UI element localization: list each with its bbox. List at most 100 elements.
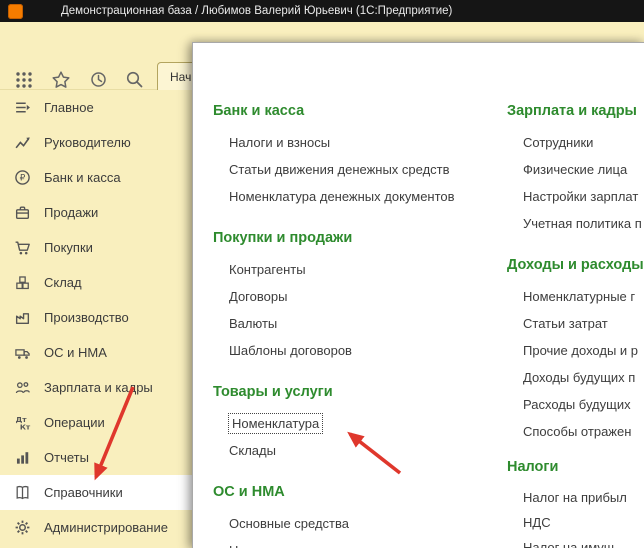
menu-item[interactable]: Налоги и взносы <box>213 129 498 156</box>
sidebar-item-sklad[interactable]: Склад <box>0 265 192 300</box>
menu-item-label: Договоры <box>229 289 288 304</box>
svg-text:Кт: Кт <box>19 422 30 431</box>
menu-item-label: Прочие доходы и р <box>523 343 639 358</box>
menu-item[interactable]: Расходы будущих <box>507 391 644 418</box>
sidebar-item-label: Склад <box>44 275 82 290</box>
sidebar-item-label: Отчеты <box>44 450 89 465</box>
menu-item-label: Настройки зарплат <box>523 189 639 204</box>
menu-section: Товары и услуги Номенклатура Склады <box>213 382 498 464</box>
menu-item[interactable]: Налог на прибыл <box>507 485 644 510</box>
tab-label: Нач <box>170 70 192 84</box>
menu-item-label: Номенклатура денежных документов <box>229 189 455 204</box>
menu-item[interactable]: Статьи движения денежных средств <box>213 156 498 183</box>
menu-column-2: Зарплата и кадры Сотрудники Физические л… <box>507 43 644 548</box>
menu-item-label: Статьи движения денежных средств <box>229 162 450 177</box>
menu-item-label: Налог на прибыл <box>523 490 627 505</box>
sidebar-item-bank-i-kassa[interactable]: ₽ Банк и касса <box>0 160 192 195</box>
sidebar-item-glavnoe[interactable]: Главное <box>0 90 192 125</box>
sidebar-item-os-i-nma[interactable]: ОС и НМА <box>0 335 192 370</box>
menu-item-nomenklatura[interactable]: Номенклатура <box>213 410 498 437</box>
menu-item[interactable]: Налог на имущ <box>507 535 644 548</box>
menu-item-label: Статьи затрат <box>523 316 608 331</box>
menu-section: Доходы и расходы Номенклатурные г Статьи… <box>507 255 644 445</box>
menu-item[interactable]: Валюты <box>213 310 498 337</box>
sidebar-item-spravochniki[interactable]: Справочники <box>0 475 192 510</box>
section-title: Банк и касса <box>213 103 305 119</box>
menu-item[interactable]: Учетная политика п <box>507 210 644 237</box>
menu-section: Покупки и продажи Контрагенты Договоры В… <box>213 228 498 364</box>
truck-icon <box>13 344 31 361</box>
sidebar-item-rukovoditelyu[interactable]: Руководителю <box>0 125 192 160</box>
sidebar-item-label: Руководителю <box>44 135 131 150</box>
menu-item[interactable]: Основные средства <box>213 510 498 537</box>
menu-item[interactable]: Нематериальные активы <box>213 537 498 548</box>
people-icon <box>13 379 31 396</box>
menu-item[interactable]: Доходы будущих п <box>507 364 644 391</box>
menu-item[interactable]: Настройки зарплат <box>507 183 644 210</box>
svg-text:₽: ₽ <box>19 174 25 184</box>
menu-item-label: Сотрудники <box>523 135 594 150</box>
gear-icon <box>13 519 31 536</box>
sidebar-item-label: Администрирование <box>44 520 168 535</box>
menu-item[interactable]: Договоры <box>213 283 498 310</box>
sidebar-item-label: Банк и касса <box>44 170 121 185</box>
menu-section: Банк и касса Налоги и взносы Статьи движ… <box>213 101 498 210</box>
section-title: Зарплата и кадры <box>507 103 637 119</box>
menu-item-label: Расходы будущих <box>523 397 631 412</box>
menu-item-label: Нематериальные активы <box>229 543 381 548</box>
sidebar-item-otchety[interactable]: Отчеты <box>0 440 192 475</box>
sidebar-item-label: Зарплата и кадры <box>44 380 153 395</box>
menu-item[interactable]: Номенклатурные г <box>507 283 644 310</box>
sidebar-item-label: Главное <box>44 100 94 115</box>
menu-item[interactable]: Шаблоны договоров <box>213 337 498 364</box>
sidebar-item-label: Операции <box>44 415 105 430</box>
menu-item-label: Валюты <box>229 316 278 331</box>
menu-item[interactable]: НДС <box>507 510 644 535</box>
section-title: Доходы и расходы <box>507 257 644 273</box>
menu-item[interactable]: Прочие доходы и р <box>507 337 644 364</box>
sidebar-item-label: Справочники <box>44 485 123 500</box>
menu-section: Налоги Налог на прибыл НДС Налог на имущ <box>507 457 644 548</box>
sidebar-item-proizvodstvo[interactable]: Производство <box>0 300 192 335</box>
sidebar-item-label: Продажи <box>44 205 99 220</box>
menu-item[interactable]: Склады <box>213 437 498 464</box>
app-window: Демонстрационная база / Любимов Валерий … <box>0 0 644 548</box>
sidebar: Главное Руководителю ₽ Банк и касса Прод… <box>0 90 192 548</box>
sidebar-item-label: ОС и НМА <box>44 345 107 360</box>
sidebar-item-prodazhi[interactable]: Продажи <box>0 195 192 230</box>
menu-item-label: Контрагенты <box>229 262 306 277</box>
boxes-icon <box>13 274 31 291</box>
sidebar-item-operatsii[interactable]: Дт Кт Операции <box>0 405 192 440</box>
menu-item[interactable]: Сотрудники <box>507 129 644 156</box>
sidebar-item-administrirovanie[interactable]: Администрирование <box>0 510 192 545</box>
menu-item-label: Номенклатурные г <box>523 289 636 304</box>
menu-section: ОС и НМА Основные средства Нематериальны… <box>213 482 498 548</box>
menu-panel: Банк и касса Налоги и взносы Статьи движ… <box>192 42 644 548</box>
bar-chart-icon <box>13 449 31 466</box>
menu-item-label: Способы отражен <box>523 424 632 439</box>
sidebar-item-label: Производство <box>44 310 129 325</box>
section-title: ОС и НМА <box>213 484 285 500</box>
menu-item[interactable]: Способы отражен <box>507 418 644 445</box>
menu-item-label: Номенклатура <box>227 413 324 434</box>
menu-item-label: Доходы будущих п <box>523 370 636 385</box>
menu-column-1: Банк и касса Налоги и взносы Статьи движ… <box>213 43 498 548</box>
menu-item-label: Склады <box>229 443 276 458</box>
menu-item[interactable]: Контрагенты <box>213 256 498 283</box>
menu-item-label: Налоги и взносы <box>229 135 331 150</box>
window-title: Демонстрационная база / Любимов Валерий … <box>61 5 453 17</box>
menu-item[interactable]: Физические лица <box>507 156 644 183</box>
menu-item-label: НДС <box>523 515 551 530</box>
factory-icon <box>13 309 31 326</box>
briefcase-icon <box>13 204 31 221</box>
menu-item[interactable]: Статьи затрат <box>507 310 644 337</box>
menu-item[interactable]: Номенклатура денежных документов <box>213 183 498 210</box>
menu-item-label: Физические лица <box>523 162 628 177</box>
sidebar-item-zarplata-i-kadry[interactable]: Зарплата и кадры <box>0 370 192 405</box>
section-title: Покупки и продажи <box>213 230 353 246</box>
menu-item-label: Основные средства <box>229 516 349 531</box>
section-title: Товары и услуги <box>213 384 333 400</box>
1c-app-icon <box>8 3 23 19</box>
sidebar-item-pokupki[interactable]: Покупки <box>0 230 192 265</box>
menu-item-label: Шаблоны договоров <box>229 343 352 358</box>
